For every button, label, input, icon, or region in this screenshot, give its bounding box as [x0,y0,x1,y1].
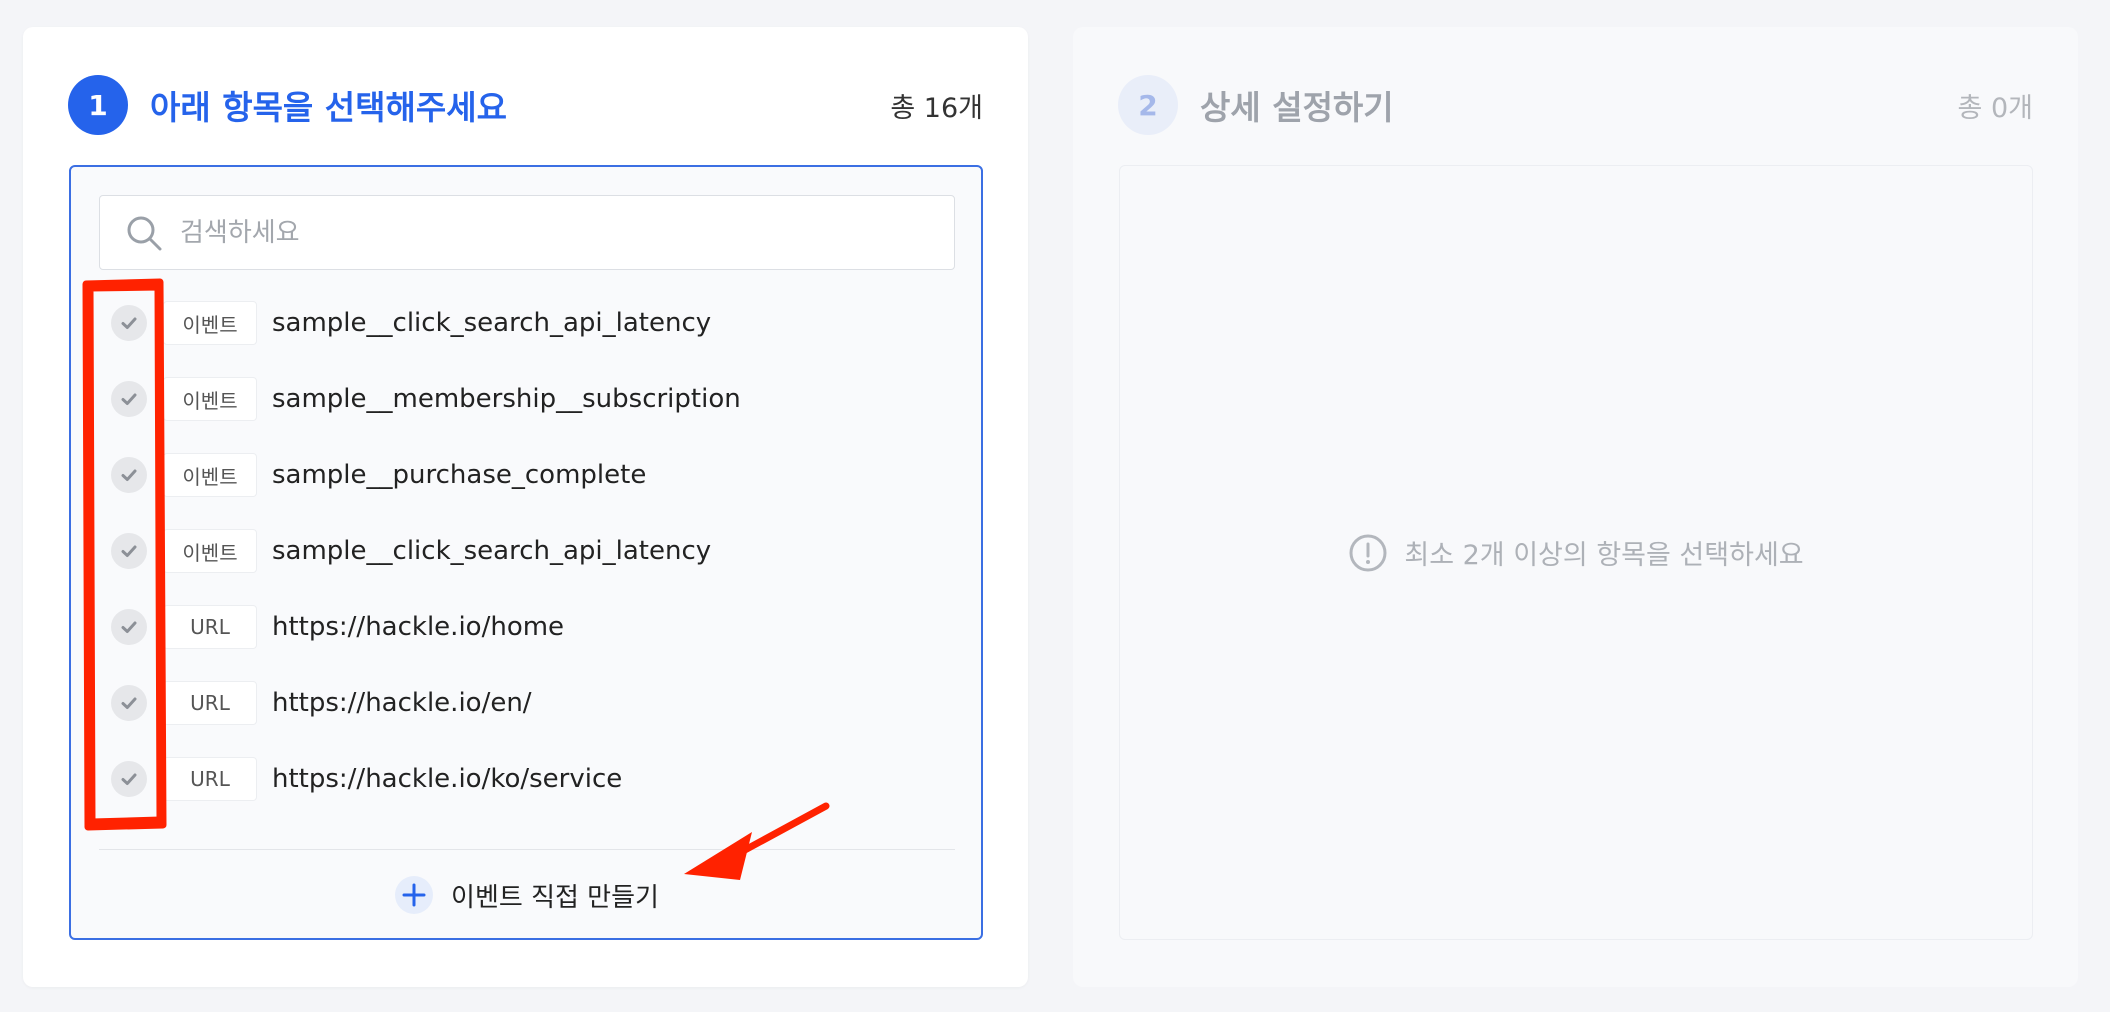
create-event-button[interactable]: 이벤트 직접 만들기 [99,849,955,938]
check-icon[interactable] [111,761,147,797]
check-icon[interactable] [111,381,147,417]
check-icon[interactable] [111,609,147,645]
empty-notice: 최소 2개 이상의 항목을 선택하세요 [1348,533,1804,573]
step1-number-badge: 1 [68,75,128,135]
list-item[interactable]: 이벤트 sample__purchase_complete [99,437,959,513]
create-event-label: 이벤트 직접 만들기 [451,882,659,913]
step1-count: 총 16개 [890,92,983,124]
step2-header: 2 상세 설정하기 총 0개 [1118,75,2033,135]
list-item[interactable]: URL https://hackle.io/home [99,589,959,665]
plus-icon [395,876,434,914]
item-name: sample__click_search_api_latency [272,536,712,566]
check-icon[interactable] [111,685,147,721]
item-type-tag: 이벤트 [163,301,257,345]
detail-settings-box: 최소 2개 이상의 항목을 선택하세요 [1119,165,2033,940]
step2-panel: 2 상세 설정하기 총 0개 최소 2개 이상의 항목을 선택하세요 [1073,27,2078,987]
item-name: sample__purchase_complete [272,460,647,490]
empty-notice-text: 최소 2개 이상의 항목을 선택하세요 [1404,540,1804,571]
item-list-box: 이벤트 sample__click_search_api_latency 이벤트 sa… [69,165,983,940]
step2-number-badge: 2 [1118,75,1178,135]
search-icon [127,216,162,250]
step2-title: 상세 설정하기 [1200,88,1394,127]
step1-header: 1 아래 항목을 선택해주세요 총 16개 [68,75,983,135]
item-name: sample__membership__subscription [272,384,741,414]
check-icon[interactable] [111,533,147,569]
item-name: https://hackle.io/home [272,612,565,642]
item-type-tag: URL [163,605,257,649]
check-icon[interactable] [111,305,147,341]
list-item[interactable]: 이벤트 sample__click_search_api_latency [99,285,959,361]
step2-count: 총 0개 [1957,92,2033,124]
check-icon[interactable] [111,457,147,493]
step1-panel: 1 아래 항목을 선택해주세요 총 16개 이벤트 sample__click_s… [23,27,1028,987]
item-list: 이벤트 sample__click_search_api_latency 이벤트 sa… [99,285,959,829]
item-type-tag: 이벤트 [163,377,257,421]
search-box[interactable] [99,195,955,270]
item-type-tag: 이벤트 [163,529,257,573]
item-type-tag: 이벤트 [163,453,257,497]
exclamation-circle-icon [1349,534,1387,571]
list-item[interactable]: URL https://hackle.io/ko/service [99,741,959,817]
list-item[interactable]: URL https://hackle.io/en/ [99,665,959,741]
search-input[interactable] [180,217,940,248]
item-type-tag: URL [163,681,257,725]
item-name: https://hackle.io/en/ [272,688,532,718]
item-name: https://hackle.io/ko/service [272,764,623,794]
step1-title: 아래 항목을 선택해주세요 [150,88,507,127]
item-type-tag: URL [163,757,257,801]
list-item[interactable]: 이벤트 sample__click_search_api_latency [99,513,959,589]
item-name: sample__click_search_api_latency [272,308,712,338]
list-item[interactable]: 이벤트 sample__membership__subscription [99,361,959,437]
